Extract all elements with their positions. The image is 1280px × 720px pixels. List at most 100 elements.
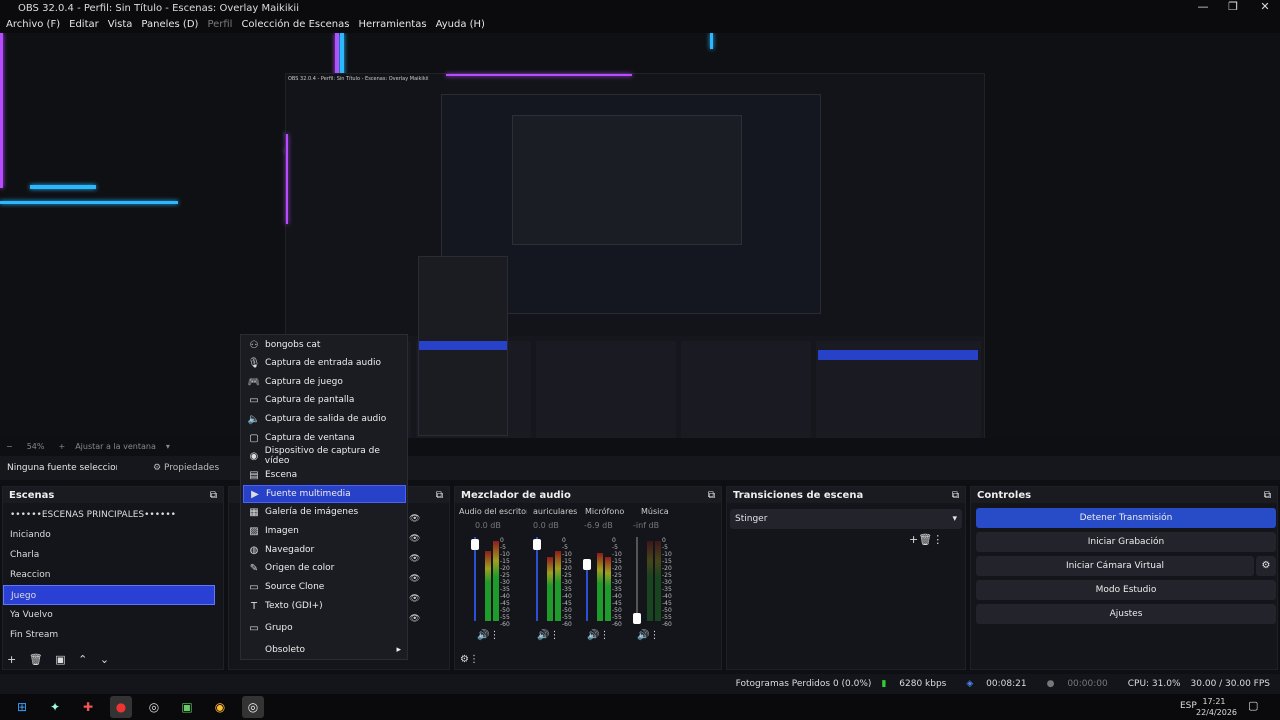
menu-item-bongobs[interactable]: ⚇ bongobs cat (243, 336, 406, 354)
menu-paneles[interactable]: Paneles (D) (141, 19, 198, 30)
start-recording-button[interactable]: Iniciar Grabación (976, 532, 1276, 552)
zoom-bar: − 54% + Ajustar a la ventana ▾ (0, 438, 1280, 454)
dock-menu-icon[interactable]: ⧉ (210, 490, 217, 501)
eye-icon[interactable]: 👁 (409, 609, 420, 629)
zoom-in-button[interactable]: + (58, 442, 65, 451)
clock[interactable]: 17:21 22/4/2026 (1196, 696, 1237, 718)
channel-db: 0.0 dB (533, 521, 559, 530)
dock-menu-icon[interactable]: ⧉ (1264, 490, 1271, 501)
dock-menu-icon[interactable]: ⧉ (436, 490, 443, 501)
scene-item[interactable]: Reaccion (3, 565, 215, 585)
kebab-menu-icon[interactable]: ⋮ (599, 630, 609, 641)
stop-stream-button[interactable]: Detener Transmisión (976, 508, 1276, 528)
maximize-button[interactable]: ❐ (1218, 0, 1248, 16)
menu-item-color-source[interactable]: ✎ Origen de color (243, 559, 406, 577)
move-up-icon[interactable]: ⌃ (78, 653, 87, 666)
studio-mode-button[interactable]: Modo Estudio (976, 580, 1276, 600)
filter-icon[interactable]: ▣ (55, 653, 65, 666)
volume-knob[interactable] (583, 559, 591, 570)
scene-item-selected[interactable]: Juego (3, 585, 215, 605)
app-icon[interactable]: ◎ (143, 696, 165, 718)
zoom-out-button[interactable]: − (6, 442, 13, 451)
menu-vista[interactable]: Vista (108, 19, 133, 30)
scene-item[interactable]: Iniciando (3, 525, 215, 545)
menu-item-source-clone[interactable]: ▭ Source Clone (243, 578, 406, 596)
add-scene-icon[interactable]: + (7, 653, 16, 666)
gamepad-icon: 🎮 (247, 376, 261, 388)
eye-icon[interactable]: 👁 (409, 529, 420, 549)
app-icon[interactable]: ● (110, 696, 132, 718)
menu-editar[interactable]: Editar (69, 19, 99, 30)
chrome-icon[interactable]: ◉ (209, 696, 231, 718)
menu-item-window-capture[interactable]: ▢ Captura de ventana (243, 429, 406, 447)
taskbar: ⊞ ✦ ✚ ● ◎ ▣ ◉ ◎ ESP 17:21 22/4/2026 ▢ (0, 694, 1280, 720)
obs-icon[interactable]: ◎ (242, 696, 264, 718)
app-icon[interactable]: ✦ (44, 696, 66, 718)
nested-context-menu (418, 256, 508, 436)
eye-icon[interactable]: 👁 (409, 569, 420, 589)
menu-item-video-device[interactable]: ◉ Dispositivo de captura de vídeo (243, 446, 406, 466)
transition-select[interactable]: Stinger ▾ (730, 509, 962, 529)
menu-herramientas[interactable]: Herramientas (358, 19, 426, 30)
volume-knob[interactable] (471, 539, 479, 550)
advanced-audio-icon[interactable]: ⚙ (460, 654, 469, 665)
trash-icon[interactable]: 🗑 (29, 653, 43, 666)
eye-icon[interactable]: 👁 (409, 589, 420, 609)
globe-icon: ◍ (249, 544, 259, 556)
menu-item-group[interactable]: ▭ Grupo (243, 619, 406, 637)
app-icon[interactable]: ✚ (77, 696, 99, 718)
speaker-icon[interactable]: 🔊 (637, 630, 649, 641)
menu-item-text-gdi[interactable]: T Texto (GDI+) (243, 597, 406, 615)
trash-icon[interactable]: 🗑 (918, 533, 932, 546)
kebab-menu-icon[interactable]: ⋮ (549, 630, 559, 641)
windows-start-icon[interactable]: ⊞ (11, 696, 33, 718)
scene-item[interactable]: Fin Stream (3, 625, 215, 645)
menu-item-scene[interactable]: ▤ Escena (243, 466, 406, 484)
signal-icon: ▮ (881, 679, 887, 689)
menu-item-audio-output[interactable]: 🔈 Captura de salida de audio (243, 410, 406, 428)
scene-item[interactable]: ••••••ESCENAS PRINCIPALES•••••• (3, 505, 215, 525)
scene-item[interactable]: Ya Vuelvo (3, 605, 215, 625)
dock-menu-icon[interactable]: ⧉ (708, 490, 715, 501)
menu-item-image[interactable]: ▨ Imagen (243, 522, 406, 540)
close-button[interactable]: ✕ (1250, 0, 1280, 16)
menu-ayuda[interactable]: Ayuda (H) (436, 19, 485, 30)
kebab-menu-icon[interactable]: ⋮ (469, 654, 479, 665)
chevron-down-icon[interactable]: ▾ (166, 442, 170, 451)
gear-icon[interactable]: ⚙ (1256, 556, 1276, 576)
menu-item-display-capture[interactable]: ▭ Captura de pantalla (243, 391, 406, 409)
menu-perfil[interactable]: Perfil (207, 19, 232, 30)
eye-icon[interactable]: 👁 (409, 509, 420, 529)
speaker-icon[interactable]: 🔊 (477, 630, 489, 641)
speaker-icon[interactable]: 🔊 (537, 630, 549, 641)
kebab-menu-icon[interactable]: ⋮ (932, 533, 943, 546)
scene-item[interactable]: Charla (3, 545, 215, 565)
move-down-icon[interactable]: ⌄ (100, 653, 109, 666)
volume-slider[interactable] (636, 537, 638, 621)
fit-window-label[interactable]: Ajustar a la ventana (75, 442, 156, 451)
settings-button[interactable]: Ajustes (976, 604, 1276, 624)
dock-menu-icon[interactable]: ⧉ (952, 490, 959, 501)
volume-knob[interactable] (633, 613, 641, 624)
speaker-icon[interactable]: 🔊 (587, 630, 599, 641)
eye-icon[interactable]: 👁 (409, 549, 420, 569)
menu-item-browser[interactable]: ◍ Navegador (243, 541, 406, 559)
menu-item-deprecated[interactable]: Obsoleto ▸ (243, 641, 406, 659)
kebab-menu-icon[interactable]: ⋮ (489, 630, 499, 641)
volume-knob[interactable] (533, 539, 541, 550)
preview-canvas[interactable]: OBS 32.0.4 - Perfil: Sin Título - Escena… (0, 33, 1280, 438)
properties-button[interactable]: ⚙ Propiedades (153, 463, 219, 473)
language-indicator[interactable]: ESP (1180, 701, 1197, 711)
minimize-button[interactable]: — (1188, 0, 1218, 16)
notification-icon[interactable]: ▢ (1248, 699, 1258, 712)
app-icon[interactable]: ▣ (176, 696, 198, 718)
kebab-menu-icon[interactable]: ⋮ (649, 630, 659, 641)
menu-item-audio-input[interactable]: 🎙 Captura de entrada audio (243, 354, 406, 372)
menu-item-game-capture[interactable]: 🎮 Captura de juego (243, 373, 406, 391)
menu-archivo[interactable]: Archivo (F) (6, 19, 60, 30)
add-icon[interactable]: + (909, 533, 918, 546)
menu-item-image-slideshow[interactable]: ▦ Galería de imágenes (243, 503, 406, 521)
menu-item-media-source[interactable]: ▶ Fuente multimedia (243, 485, 406, 503)
start-virtual-cam-button[interactable]: Iniciar Cámara Virtual (976, 556, 1254, 576)
menu-coleccion[interactable]: Colección de Escenas (241, 19, 349, 30)
